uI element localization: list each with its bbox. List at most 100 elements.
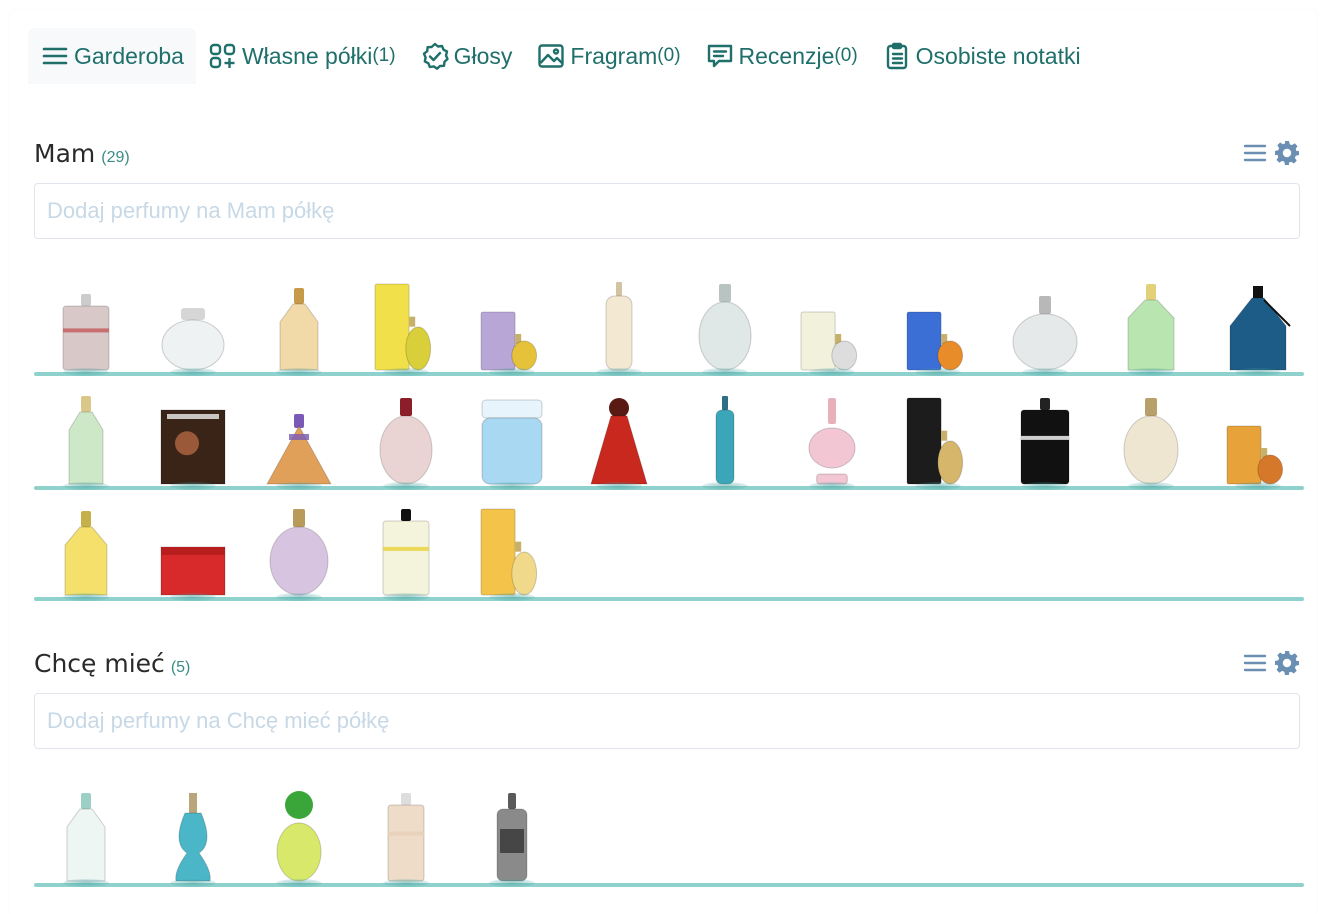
perfume-bottle[interactable] [41,499,131,601]
bottle-shadow [702,368,748,376]
nav-custom-shelves[interactable]: Własne półki (1) [196,28,408,84]
nav-label: Garderoba [74,42,184,69]
perfume-bottle[interactable] [1000,274,1090,376]
shelf-count: (5) [170,658,191,676]
nav-label: Fragram [570,42,658,69]
nav-fragram[interactable]: Fragram (0) [524,28,692,84]
perfume-bottle[interactable] [680,388,770,490]
gear-icon[interactable] [1274,140,1300,166]
perfume-bottle-image [906,397,964,485]
shelf-header-mam: Mam (29) [34,133,1300,173]
perfume-bottle-image [174,793,211,882]
check-circle-icon [420,41,450,71]
list-view-icon[interactable] [1242,650,1268,676]
perfume-bottle[interactable] [41,388,131,490]
perfume-bottle[interactable] [254,388,344,490]
perfume-bottle[interactable] [148,274,238,376]
perfume-bottle-image [496,793,528,882]
shelf-title: Mam [34,138,96,168]
shelf-line [34,597,1304,601]
perfume-bottle-image [698,284,752,371]
perfume-bottle[interactable] [148,388,238,490]
perfume-bottle[interactable] [41,785,131,887]
perfume-bottle[interactable] [254,785,344,887]
bottle-shadow [276,879,322,887]
shelf-title-wrap: Mam (29) [34,139,130,168]
perfume-bottle[interactable] [1213,388,1303,490]
nav-osobiste-notatki[interactable]: Osobiste notatki [870,28,1093,84]
perfume-bottle[interactable] [361,388,451,490]
list-view-icon[interactable] [1242,140,1268,166]
bottle-shadow [1128,368,1174,376]
perfume-bottle-image [1226,425,1283,485]
perfume-bottle-image [276,791,322,882]
nav-glosy[interactable]: Głosy [408,28,525,84]
perfume-bottle-image [589,398,648,485]
nav-label: Własne półki [241,42,373,69]
shelf-line [34,372,1304,376]
perfume-bottle-image [269,509,329,596]
perfume-bottle[interactable] [148,785,238,887]
nav-count: (1) [372,45,396,66]
perfume-bottle[interactable] [1106,274,1196,376]
bottle-shadow [63,593,109,601]
perfume-bottle[interactable] [680,274,770,376]
perfume-bottle[interactable] [1106,388,1196,490]
bottle-shadow [489,593,535,601]
nav-garderoba[interactable]: Garderoba [28,28,196,84]
nav-label: Głosy [453,42,513,69]
nav-recenzje[interactable]: Recenzje (0) [693,28,870,84]
perfume-bottle[interactable] [148,499,238,601]
shelf-title: Chcę mieć [34,648,165,678]
perfume-bottle[interactable] [787,274,877,376]
perfume-bottle[interactable] [361,785,451,887]
perfume-bottle[interactable] [361,274,451,376]
bottle-shadow [169,368,216,376]
shelf-header-chce-miec: Chcę mieć (5) [34,643,1300,683]
perfume-bottle[interactable] [1213,274,1303,376]
bottle-shadow [169,879,216,887]
bottle-shadow [808,368,855,376]
perfume-bottle-image [1123,398,1179,485]
shelf-line [34,883,1304,887]
bottle-shadow [1021,368,1068,376]
add-perfume-input-chce-miec[interactable] [34,693,1300,749]
perfume-bottle-image [160,546,225,596]
perfume-bottle-image [481,399,543,485]
bottle-shadow [595,368,642,376]
perfume-bottle[interactable] [574,274,664,376]
bottle-shadow [1234,368,1281,376]
perfume-bottle-image [379,398,432,485]
perfume-bottle[interactable] [467,274,557,376]
shelf-count: (29) [101,148,130,166]
perfume-bottle[interactable] [574,388,664,490]
perfume-bottle-image [374,283,431,371]
perfume-bottle-image [715,396,735,485]
bottle-shadow [63,368,109,376]
perfume-bottle[interactable] [467,785,557,887]
perfume-bottle-image [605,282,632,371]
gear-icon[interactable] [1274,650,1300,676]
bottle-shadow [382,368,429,376]
perfume-bottle-image [68,396,104,485]
perfume-bottle[interactable] [893,388,983,490]
perfume-bottle-image [382,509,429,596]
bottle-shadow [276,368,322,376]
menu-icon [40,41,70,71]
perfume-bottle-image [906,311,964,371]
perfume-bottle[interactable] [361,499,451,601]
perfume-bottle[interactable] [254,499,344,601]
perfume-bottle-image [161,308,224,371]
perfume-bottle-image [800,311,857,371]
add-perfume-input-mam[interactable] [34,183,1300,239]
bottle-shadow [382,593,429,601]
perfume-bottle[interactable] [41,274,131,376]
perfume-bottle[interactable] [787,388,877,490]
perfume-bottle[interactable] [893,274,983,376]
nav-count: (0) [834,45,858,66]
perfume-bottle-image [1012,296,1077,371]
perfume-bottle[interactable] [254,274,344,376]
perfume-bottle[interactable] [1000,388,1090,490]
perfume-bottle[interactable] [467,499,557,601]
perfume-bottle[interactable] [467,388,557,490]
